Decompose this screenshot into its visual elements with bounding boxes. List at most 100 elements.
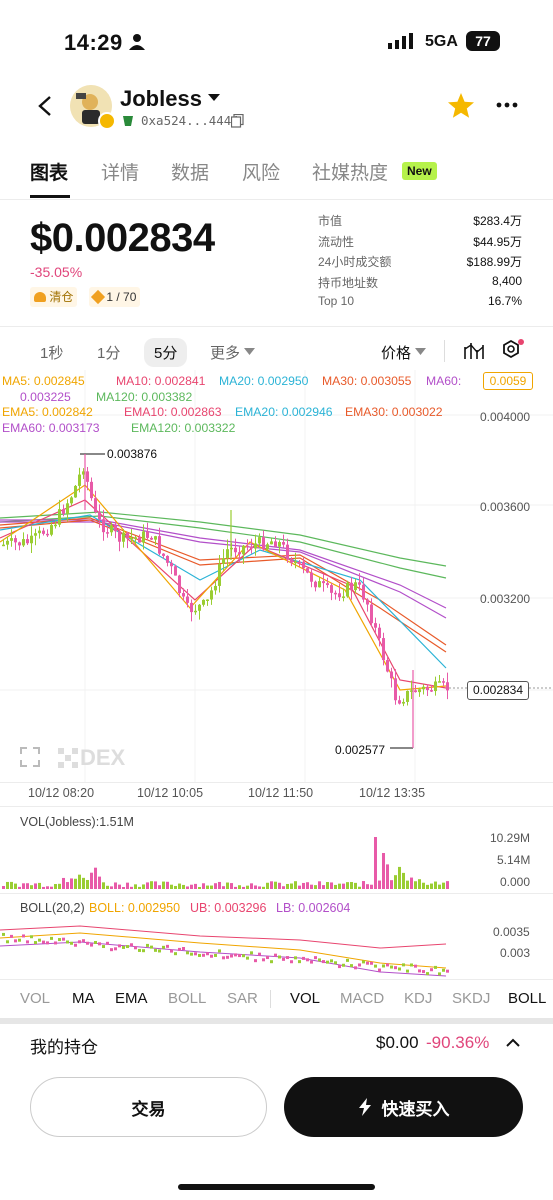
tf-more[interactable]: 更多 — [210, 342, 240, 363]
more-caret-icon[interactable] — [244, 348, 255, 355]
volume-bar — [318, 881, 321, 889]
trade-button[interactable]: 交易 — [30, 1077, 267, 1137]
quick-buy-label: 快速买入 — [381, 1099, 450, 1119]
section-separator — [0, 1018, 553, 1024]
volume-bar — [286, 883, 289, 889]
candle-body — [22, 539, 25, 546]
candle-body — [38, 530, 41, 534]
chevron-up-icon[interactable] — [506, 1038, 520, 1048]
tab-details[interactable]: 详情 — [101, 158, 139, 185]
boll-candle — [118, 944, 121, 948]
ind-tab-macd[interactable]: MACD — [340, 990, 384, 1007]
ma60-value: 0.003225 — [20, 390, 71, 404]
stat-label: 24小时成交额 — [318, 255, 392, 269]
time-axis-label: 10/12 08:20 — [28, 786, 95, 800]
ind-tab-skdj[interactable]: SKDJ — [452, 990, 490, 1007]
divider — [0, 199, 553, 200]
volume-bar — [46, 886, 49, 889]
ind-tab-ema[interactable]: EMA — [115, 990, 148, 1007]
boll-candle — [182, 946, 185, 950]
volume-bar — [190, 884, 193, 889]
boll-candle — [266, 956, 269, 960]
boll-candle — [126, 945, 129, 949]
tf-1s[interactable]: 1秒 — [40, 342, 63, 363]
price-selector[interactable]: 价格 — [381, 342, 411, 363]
stat-row: 24小时成交额 $188.99万 — [318, 253, 522, 274]
candle-body — [54, 524, 57, 527]
boll-candle — [6, 940, 9, 944]
star-icon[interactable] — [447, 92, 475, 119]
candle-body — [346, 582, 349, 597]
boll-candle — [222, 956, 225, 960]
boll-candle — [122, 945, 125, 949]
candle-body — [26, 539, 29, 544]
holdings-label[interactable]: 我的持仓 — [30, 1033, 98, 1058]
home-indicator — [178, 1184, 375, 1190]
volume-bar — [74, 878, 77, 889]
candle-body — [294, 561, 297, 564]
volume-bar — [446, 881, 449, 889]
candle-body — [242, 545, 245, 555]
candle-body — [446, 682, 449, 691]
volume-bar — [110, 886, 113, 889]
candle-body — [106, 532, 109, 534]
volume-bar — [10, 881, 13, 889]
volume-bar — [150, 881, 153, 889]
price-caret-icon[interactable] — [415, 348, 426, 355]
high-annotation: 0.003876 — [107, 447, 158, 461]
tf-1m[interactable]: 1分 — [97, 342, 120, 363]
quick-buy-button[interactable]: 快速买入 — [284, 1077, 523, 1137]
boll-candle — [218, 949, 221, 953]
indicator-chart-icon[interactable] — [463, 341, 485, 361]
token-title[interactable]: Jobless — [120, 86, 202, 112]
ind-tab-ma[interactable]: MA — [72, 990, 95, 1007]
copy-icon[interactable] — [231, 114, 244, 128]
tf-5m[interactable]: 5分 — [144, 338, 188, 367]
ind-tab-vol[interactable]: VOL — [20, 990, 50, 1007]
boll-candle — [282, 957, 285, 961]
ind-tab-boll-sub[interactable]: BOLL — [508, 990, 546, 1007]
boll-candle — [46, 941, 49, 945]
boll-candle — [410, 963, 413, 967]
candle-body — [274, 541, 277, 547]
candle-body — [442, 681, 445, 683]
back-arrow-icon[interactable] — [36, 95, 54, 117]
current-price: $0.002834 — [30, 216, 215, 260]
volume-bar — [238, 885, 241, 889]
boll-candle — [346, 958, 349, 962]
ind-tab-vol-sub[interactable]: VOL — [290, 990, 320, 1007]
candle-body — [234, 547, 237, 553]
boll-candle — [170, 949, 173, 953]
boll-candle — [386, 963, 389, 967]
volume-bar — [398, 866, 401, 889]
more-icon[interactable] — [496, 102, 518, 108]
candle-body — [262, 537, 265, 550]
caret-down-icon[interactable] — [208, 94, 220, 102]
candle-body — [102, 519, 105, 533]
volume-bar — [302, 882, 305, 889]
ind-tab-boll[interactable]: BOLL — [168, 990, 206, 1007]
moving-average-lines — [0, 484, 447, 691]
ind-tab-kdj[interactable]: KDJ — [404, 990, 432, 1007]
tab-social[interactable]: 社媒热度 — [312, 158, 388, 185]
divider — [0, 893, 553, 894]
boll-candle — [158, 949, 161, 953]
volume-bar — [78, 874, 81, 889]
volume-bar — [342, 883, 345, 889]
tab-risk[interactable]: 风险 — [242, 158, 280, 185]
candle-body — [210, 590, 213, 600]
candle-body — [374, 623, 377, 628]
ind-tab-sar[interactable]: SAR — [227, 990, 258, 1007]
time-axis-label: 10/12 10:05 — [137, 786, 204, 800]
candle-body — [338, 593, 341, 598]
trade-button-label: 交易 — [131, 1099, 166, 1119]
fullscreen-icon[interactable] — [20, 747, 40, 767]
tab-chart[interactable]: 图表 — [30, 158, 68, 185]
toolbar-divider — [444, 340, 445, 362]
network-label: 5GA — [425, 33, 458, 50]
volume-bar — [386, 864, 389, 889]
volume-bar — [250, 883, 253, 889]
tab-data[interactable]: 数据 — [171, 158, 209, 185]
settings-icon[interactable] — [500, 338, 526, 364]
divider — [0, 979, 553, 980]
